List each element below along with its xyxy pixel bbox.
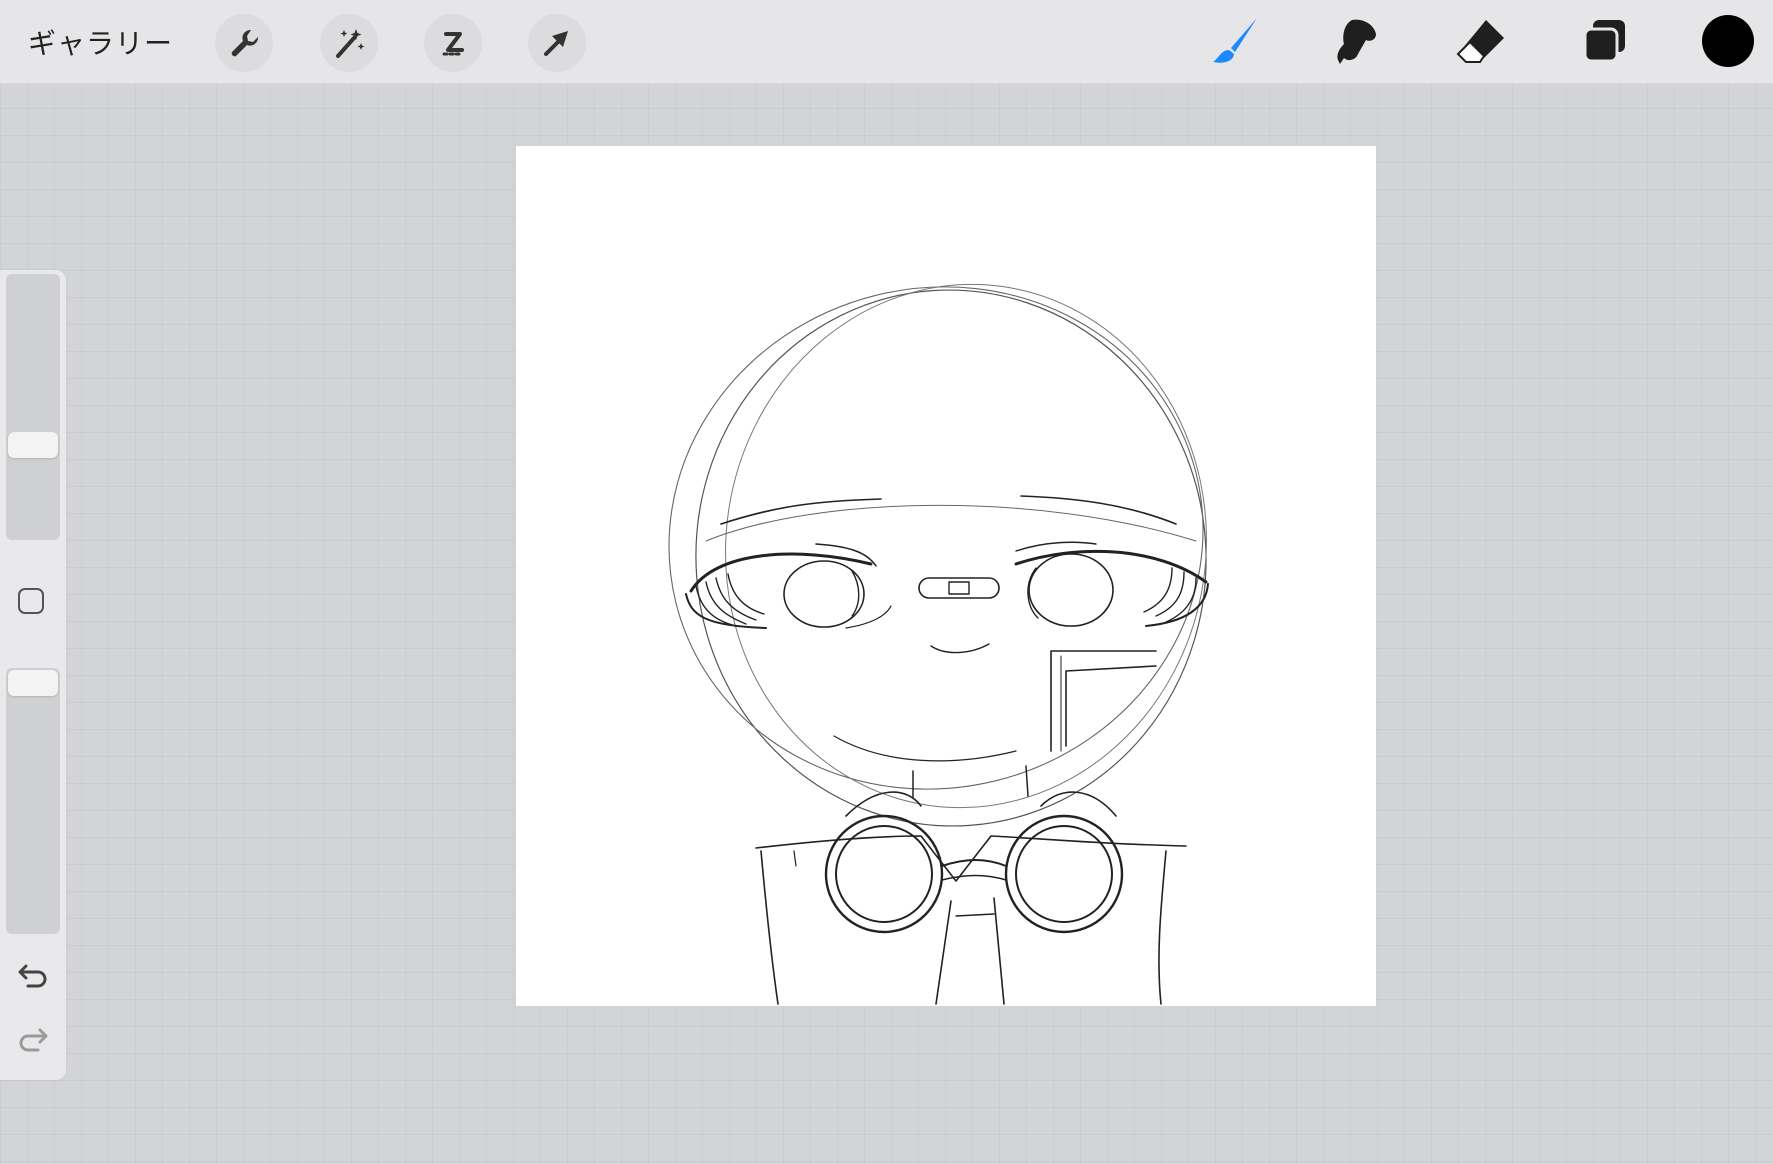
color-picker-button[interactable] <box>1702 15 1754 67</box>
opacity-slider[interactable] <box>6 668 60 934</box>
brush-size-slider[interactable] <box>6 274 60 540</box>
top-toolbar: ギャラリー <box>0 0 1773 84</box>
actions-button[interactable] <box>215 14 273 72</box>
magic-wand-icon <box>336 29 365 58</box>
redo-icon[interactable] <box>16 1024 50 1054</box>
arrow-cursor-icon <box>544 31 568 56</box>
adjustments-button[interactable] <box>320 14 378 72</box>
wrench-icon <box>231 29 259 57</box>
selection-button[interactable] <box>424 14 482 72</box>
gallery-button[interactable]: ギャラリー <box>28 22 173 62</box>
undo-icon[interactable] <box>16 960 50 990</box>
layers-icon <box>1583 20 1625 63</box>
brush-icon <box>1213 18 1257 63</box>
eraser-icon <box>1456 20 1504 63</box>
smudge-icon <box>1337 19 1376 64</box>
transform-button[interactable] <box>528 14 586 72</box>
layers-button[interactable] <box>1575 12 1635 72</box>
selection-s-icon <box>442 32 464 56</box>
left-sidebar <box>0 270 66 1080</box>
sketch-drawing <box>668 283 1209 1005</box>
drawing-canvas[interactable] <box>516 146 1376 1006</box>
square-modifier-icon[interactable] <box>18 588 44 614</box>
opacity-slider-thumb[interactable] <box>8 670 58 696</box>
brush-size-slider-thumb[interactable] <box>8 432 58 458</box>
smudge-tool-button[interactable] <box>1328 12 1388 72</box>
eraser-tool-button[interactable] <box>1450 12 1510 72</box>
brush-tool-button[interactable] <box>1205 12 1265 72</box>
